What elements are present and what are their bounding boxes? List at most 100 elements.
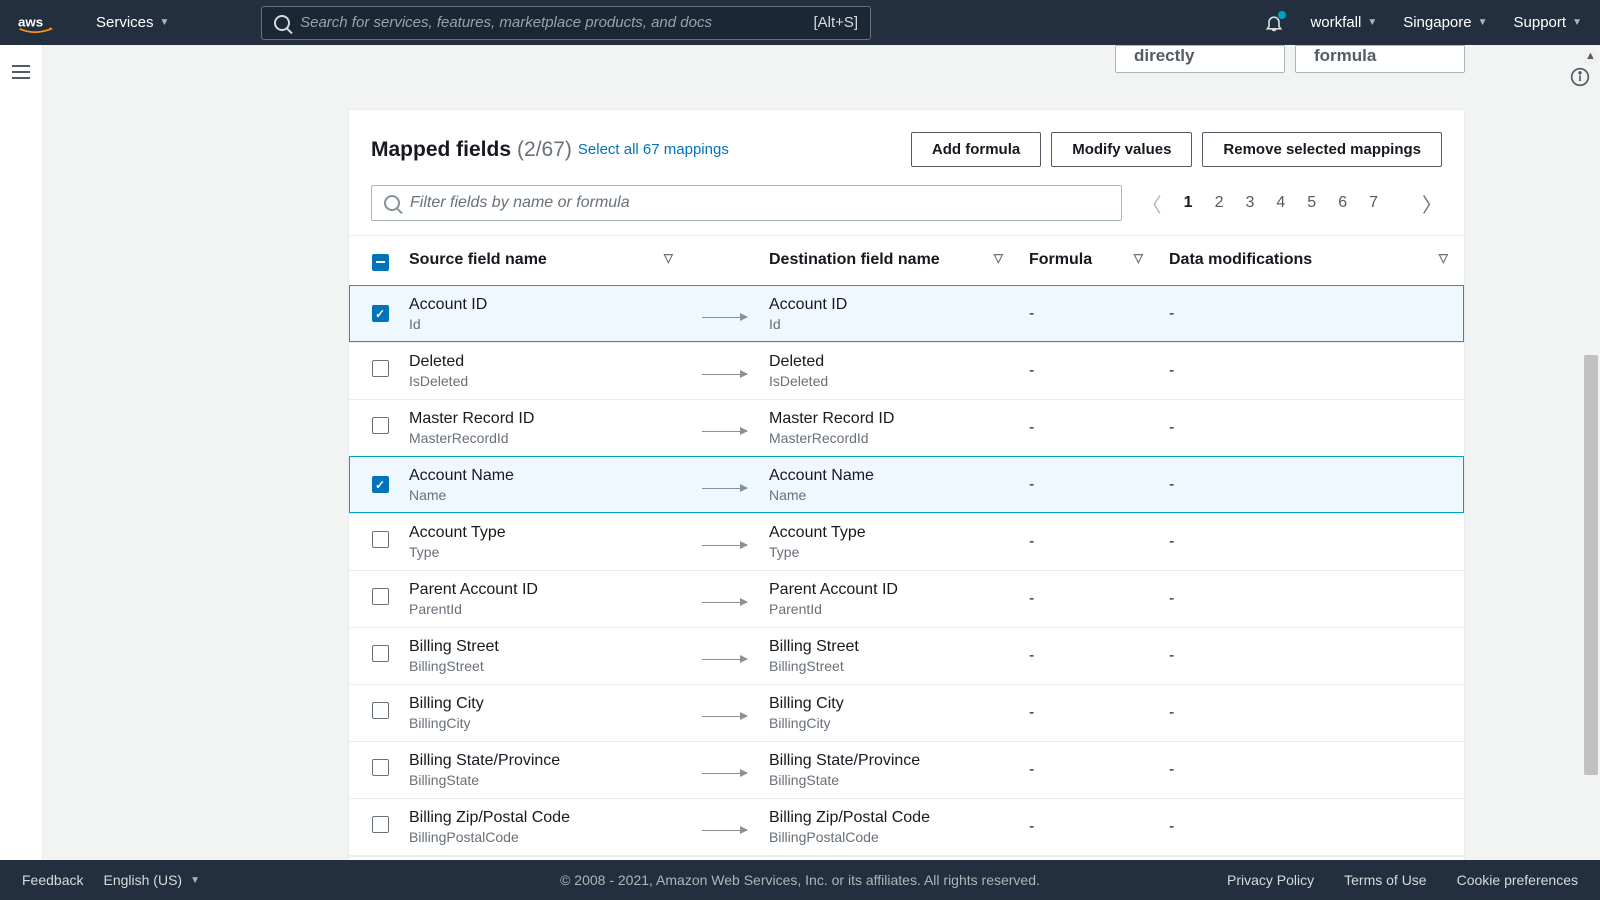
caret-down-icon: ▼: [190, 875, 200, 886]
row-checkbox[interactable]: [372, 531, 389, 548]
source-field-sub: Id: [409, 316, 679, 332]
sort-icon[interactable]: ▽: [664, 251, 673, 265]
main-content: ▲ ▼ directly formula Mapped fields (2/67…: [43, 45, 1600, 883]
table-row[interactable]: Account IDIdAccount IDId--: [349, 285, 1464, 342]
mods-cell: -: [1159, 285, 1464, 342]
row-checkbox[interactable]: [372, 645, 389, 662]
table-row[interactable]: Master Record IDMasterRecordIdMaster Rec…: [349, 399, 1464, 456]
row-checkbox[interactable]: [372, 816, 389, 833]
source-field: Billing Zip/Postal Code: [409, 809, 679, 827]
source-field: Parent Account ID: [409, 581, 679, 599]
table-row[interactable]: Billing Zip/Postal Code BillingPostalCode…: [349, 798, 1464, 855]
info-icon[interactable]: [1570, 67, 1590, 92]
cookie-link[interactable]: Cookie preferences: [1457, 872, 1578, 888]
caret-down-icon: ▼: [160, 17, 170, 28]
privacy-link[interactable]: Privacy Policy: [1227, 872, 1314, 888]
dest-field-sub: IsDeleted: [769, 373, 1009, 389]
mods-cell: -: [1159, 456, 1464, 513]
col-formula[interactable]: Formula: [1029, 251, 1092, 268]
notifications-bell[interactable]: [1264, 13, 1284, 33]
select-all-link[interactable]: Select all 67 mappings: [578, 141, 729, 158]
table-row[interactable]: Account TypeTypeAccount TypeType--: [349, 513, 1464, 570]
table-row[interactable]: DeletedIsDeletedDeletedIsDeleted--: [349, 342, 1464, 399]
source-field-sub: IsDeleted: [409, 373, 679, 389]
sort-icon[interactable]: ▽: [1439, 251, 1448, 265]
feedback-link[interactable]: Feedback: [22, 872, 83, 888]
sidebar-toggle[interactable]: [12, 65, 30, 883]
arrow-right-icon: [702, 659, 747, 660]
row-checkbox[interactable]: [372, 417, 389, 434]
formula-cell: -: [1019, 513, 1159, 570]
page-4[interactable]: 4: [1276, 194, 1285, 211]
scroll-up-arrow[interactable]: ▲: [1583, 50, 1598, 65]
page-2[interactable]: 2: [1215, 194, 1224, 211]
mapped-fields-panel: Mapped fields (2/67) Select all 67 mappi…: [348, 109, 1465, 883]
source-field: Master Record ID: [409, 410, 679, 428]
table-row[interactable]: Parent Account IDParentIdParent Account …: [349, 570, 1464, 627]
select-all-checkbox[interactable]: [372, 254, 389, 271]
col-mods[interactable]: Data modifications: [1169, 251, 1312, 268]
table-row[interactable]: Account NameNameAccount NameName--: [349, 456, 1464, 513]
modify-values-button[interactable]: Modify values: [1051, 132, 1192, 167]
scrollbar-thumb[interactable]: [1584, 355, 1598, 775]
formula-cell: -: [1019, 399, 1159, 456]
remove-mappings-button[interactable]: Remove selected mappings: [1202, 132, 1442, 167]
mapped-fields-table: Source field name ▽ Destination field nam…: [349, 236, 1464, 856]
row-checkbox[interactable]: [372, 305, 389, 322]
col-dest[interactable]: Destination field name: [769, 251, 940, 268]
page-prev[interactable]: 〈: [1142, 189, 1162, 218]
row-checkbox[interactable]: [372, 588, 389, 605]
arrow-right-icon: [702, 317, 747, 318]
map-formula-label: formula: [1314, 46, 1376, 66]
page-3[interactable]: 3: [1245, 194, 1254, 211]
page-next[interactable]: 〉: [1422, 189, 1442, 218]
arrow-right-icon: [702, 374, 747, 375]
formula-cell: -: [1019, 627, 1159, 684]
search-input[interactable]: [300, 14, 813, 31]
sort-icon[interactable]: ▽: [1134, 251, 1143, 265]
map-directly-card[interactable]: directly: [1115, 45, 1285, 73]
arrow-right-icon: [702, 773, 747, 774]
account-label: workfall: [1310, 14, 1361, 31]
map-formula-card[interactable]: formula: [1295, 45, 1465, 73]
row-checkbox[interactable]: [372, 702, 389, 719]
page-6[interactable]: 6: [1338, 194, 1347, 211]
search-icon: [274, 15, 290, 31]
col-source[interactable]: Source field name: [409, 251, 547, 268]
global-search[interactable]: [Alt+S]: [261, 6, 871, 40]
region-menu[interactable]: Singapore ▼: [1403, 14, 1487, 31]
arrow-right-icon: [702, 488, 747, 489]
row-checkbox[interactable]: [372, 476, 389, 493]
add-formula-button[interactable]: Add formula: [911, 132, 1041, 167]
sort-icon[interactable]: ▽: [994, 251, 1003, 265]
page-1[interactable]: 1: [1184, 194, 1193, 211]
table-row[interactable]: Billing StreetBillingStreetBilling Stree…: [349, 627, 1464, 684]
terms-link[interactable]: Terms of Use: [1344, 872, 1426, 888]
row-checkbox[interactable]: [372, 759, 389, 776]
caret-down-icon: ▼: [1572, 17, 1582, 28]
formula-cell: -: [1019, 342, 1159, 399]
account-menu[interactable]: workfall ▼: [1310, 14, 1377, 31]
mods-cell: -: [1159, 627, 1464, 684]
language-selector[interactable]: English (US) ▼: [103, 872, 200, 888]
aws-logo[interactable]: aws: [18, 13, 68, 33]
source-field-sub: Type: [409, 544, 679, 560]
dest-field: Billing Street: [769, 638, 1009, 656]
source-field-sub: BillingState: [409, 772, 679, 788]
dest-field-sub: Id: [769, 316, 1009, 332]
formula-cell: -: [1019, 684, 1159, 741]
table-row[interactable]: Billing State/ProvinceBillingStateBillin…: [349, 741, 1464, 798]
page-5[interactable]: 5: [1307, 194, 1316, 211]
page-7[interactable]: 7: [1369, 194, 1378, 211]
table-row[interactable]: Billing CityBillingCityBilling CityBilli…: [349, 684, 1464, 741]
services-menu[interactable]: Services ▼: [96, 14, 169, 31]
row-checkbox[interactable]: [372, 360, 389, 377]
source-field-sub: BillingPostalCode: [409, 829, 679, 845]
filter-input[interactable]: [410, 194, 1109, 212]
mods-cell: -: [1159, 741, 1464, 798]
support-menu[interactable]: Support ▼: [1514, 14, 1582, 31]
caret-down-icon: ▼: [1478, 17, 1488, 28]
dest-field-sub: BillingCity: [769, 715, 1009, 731]
dest-field-sub: MasterRecordId: [769, 430, 1009, 446]
source-field: Account Name: [409, 467, 679, 485]
